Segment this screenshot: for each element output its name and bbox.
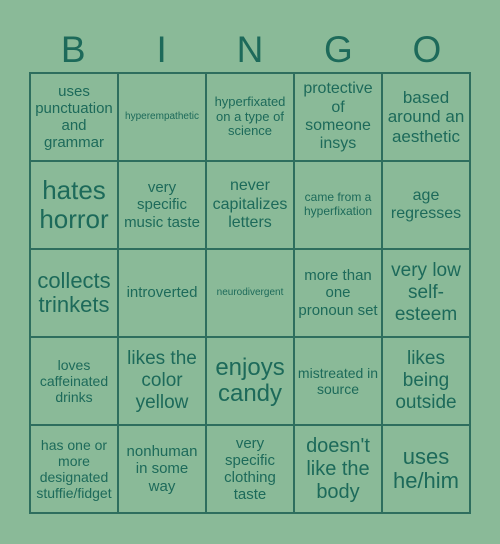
bingo-cell[interactable]: hyperfixated on a type of science: [206, 73, 294, 161]
header-letter-i: I: [156, 29, 167, 70]
bingo-cell[interactable]: very specific music taste: [118, 161, 206, 249]
bingo-cell[interactable]: uses punctuation and grammar: [30, 73, 118, 161]
bingo-cell[interactable]: very low self-esteem: [382, 249, 470, 337]
bingo-cell[interactable]: collects trinkets: [30, 249, 118, 337]
bingo-header: B I N G O: [29, 28, 471, 72]
header-letter-n: N: [236, 29, 264, 70]
bingo-cell[interactable]: introverted: [118, 249, 206, 337]
bingo-cell[interactable]: came from a hyperfixation: [294, 161, 382, 249]
bingo-cell[interactable]: hates horror: [30, 161, 118, 249]
bingo-cell[interactable]: likes being outside: [382, 337, 470, 425]
bingo-cell[interactable]: uses he/him: [382, 425, 470, 513]
bingo-cell[interactable]: more than one pronoun set: [294, 249, 382, 337]
header-letter-b: B: [60, 29, 86, 70]
bingo-cell[interactable]: based around an aesthetic: [382, 73, 470, 161]
bingo-cell[interactable]: has one or more designated stuffie/fidge…: [30, 425, 118, 513]
bingo-cell[interactable]: enjoys candy: [206, 337, 294, 425]
bingo-cell[interactable]: doesn't like the body: [294, 425, 382, 513]
bingo-cell[interactable]: hyperempathetic: [118, 73, 206, 161]
bingo-cell[interactable]: age regresses: [382, 161, 470, 249]
bingo-cell[interactable]: loves caffeinated drinks: [30, 337, 118, 425]
bingo-cell[interactable]: likes the color yellow: [118, 337, 206, 425]
bingo-cell[interactable]: mistreated in source: [294, 337, 382, 425]
header-letter-o: O: [412, 29, 442, 70]
bingo-cell[interactable]: very specific clothing taste: [206, 425, 294, 513]
bingo-cell[interactable]: neurodivergent: [206, 249, 294, 337]
header-letter-g: G: [324, 29, 353, 70]
bingo-cell[interactable]: protective of someone insys: [294, 73, 382, 161]
bingo-card: uses punctuation and grammar hyperempath…: [29, 72, 471, 514]
bingo-cell[interactable]: never capitalizes letters: [206, 161, 294, 249]
bingo-cell[interactable]: nonhuman in some way: [118, 425, 206, 513]
